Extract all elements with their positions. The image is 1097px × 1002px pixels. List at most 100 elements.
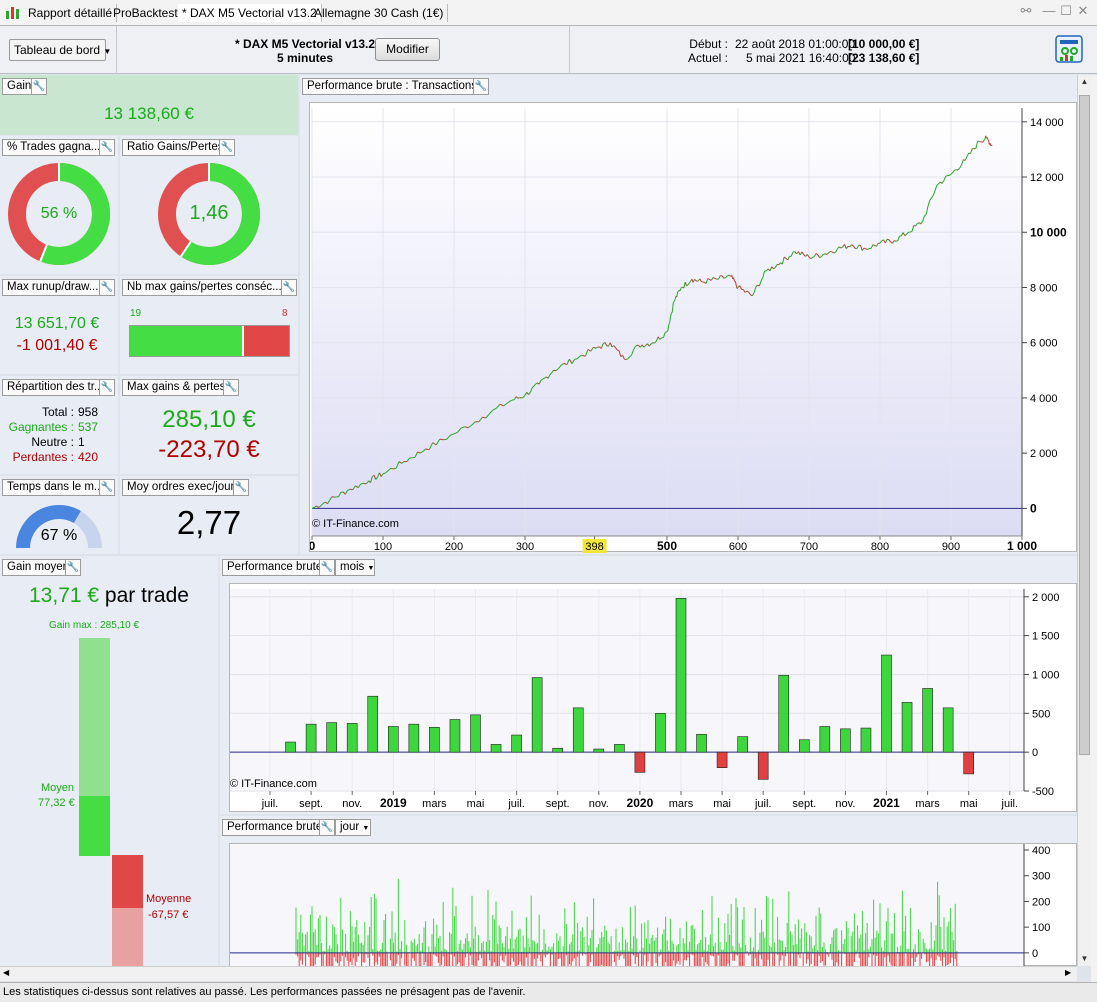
wrench-icon[interactable]: 🔧 [66, 559, 81, 576]
equity-segment [872, 244, 875, 246]
daily-bar-chart: 0 100 200 300 400 [230, 844, 1050, 1002]
winning-value: 537 [78, 420, 99, 434]
y-tick-label: 1 500 [1032, 631, 1060, 643]
minimize-icon[interactable]: — [1042, 4, 1056, 18]
max-drawdown-value: -1 001,40 € [16, 337, 98, 354]
x-tick-label: 300 [516, 541, 534, 553]
monthly-bar [305, 723, 317, 753]
consecutive-bar [129, 325, 290, 357]
avg-gain-title: Gain moyen [2, 559, 66, 576]
monthly-bar [819, 726, 831, 753]
tab-detailed-report[interactable]: Rapport détaillé [24, 4, 118, 22]
dashboard-dropdown[interactable]: Tableau de bord ▼ [9, 39, 111, 61]
scroll-right-icon[interactable]: ▶ [1065, 968, 1071, 977]
wrench-icon[interactable]: 🔧 [320, 559, 335, 576]
monthly-period-dropdown[interactable]: mois ▼ [335, 559, 375, 576]
x-tick-label: 100 [374, 541, 392, 553]
transactions-chart-panel: Performance brute : Transactions 🔧 0 100 2… [300, 75, 1077, 554]
neutral-label: Neutre : [31, 435, 74, 449]
current-date: 5 mai 2021 16:40:00 [746, 51, 856, 65]
scroll-up-icon[interactable]: ▲ [1078, 75, 1091, 89]
x-tick-label: 2019 [380, 796, 407, 810]
scroll-down-icon[interactable]: ▼ [1078, 952, 1091, 966]
y-tick-label: 500 [1032, 708, 1050, 720]
scroll-left-icon[interactable]: ◀ [3, 968, 9, 977]
y-tick-label: 10 000 [1030, 225, 1067, 239]
maximize-icon[interactable]: ☐ [1059, 4, 1073, 18]
monthly-bar [634, 751, 646, 773]
monthly-bar [942, 707, 954, 753]
wrench-icon[interactable]: 🔧 [224, 379, 239, 396]
horizontal-scrollbar[interactable]: ◀ ▶ [0, 966, 1077, 981]
wrench-icon[interactable]: 🔧 [100, 279, 115, 296]
time-in-market-title: Temps dans le m... [2, 479, 100, 496]
report-settings-icon[interactable] [1055, 34, 1085, 66]
monthly-bar [346, 723, 358, 753]
monthly-bar [922, 688, 933, 753]
consecutive-losses-bar [244, 326, 289, 356]
consecutive-losses: 8 [282, 308, 288, 319]
monthly-bar [963, 751, 975, 775]
time-in-market-value: 67 % [40, 527, 78, 544]
moyen-value: 77,32 € [38, 797, 75, 809]
y-tick-label: 12 000 [1030, 172, 1064, 184]
equity-segment [696, 280, 699, 282]
transactions-line-chart: 0 100 200 300 398 500 600 700 800 900 1 000 0 2 000 4… [309, 108, 1067, 553]
wrench-icon[interactable]: 🔧 [100, 139, 115, 156]
equity-segment [863, 247, 866, 250]
moyen-label: Moyen [41, 782, 75, 794]
tab-strategy[interactable]: * DAX M5 Vectorial v13.2 [178, 4, 322, 22]
monthly-bar [449, 719, 461, 753]
x-tick-label: juil. [1001, 798, 1019, 810]
wrench-icon[interactable]: 🔧 [100, 479, 115, 496]
win-trades-panel: % Trades gagna... 🔧 56 % [0, 136, 118, 274]
daily-chart[interactable]: 0 100 200 300 400 [229, 843, 1077, 1002]
monthly-bar [696, 733, 707, 753]
wrench-icon[interactable]: 🔧 [474, 78, 489, 95]
vertical-scrollbar[interactable]: ▲ ▼ [1077, 75, 1091, 966]
equity-segment [886, 238, 890, 241]
avg-gain-suffix: par trade [104, 584, 189, 607]
wrench-icon[interactable]: 🔧 [234, 479, 249, 496]
monthly-bar [367, 695, 379, 753]
wrench-icon[interactable]: 🔧 [100, 379, 115, 396]
wrench-icon[interactable]: 🔧 [282, 279, 297, 296]
report-header: Tableau de bord ▼ * DAX M5 Vectorial v13… [0, 26, 1097, 74]
transactions-chart[interactable]: 0 100 200 300 398 500 600 700 800 900 1 000 0 2 000 4… [309, 102, 1077, 553]
current-label: Actuel : [687, 51, 728, 65]
tab-bar: Rapport détaillé ProBacktest * DAX M5 Ve… [0, 0, 1097, 26]
monthly-chart[interactable]: -500 0 500 1 000 1 500 2 000 juil. sept. nov. 201… [229, 583, 1077, 812]
monthly-bar [901, 702, 913, 753]
daily-chart-panel: Performance brute 🔧 jour ▼ 0 100 200 300 400 [220, 816, 1077, 1002]
x-tick-label: nov. [835, 798, 855, 810]
equity-segment [895, 240, 898, 242]
wrench-icon[interactable]: 🔧 [320, 819, 335, 836]
consecutive-panel: Nb max gains/pertes conséc... 🔧 19 8 [120, 276, 298, 374]
close-icon[interactable]: ✕ [1076, 4, 1090, 18]
tab-instrument[interactable]: Allemagne 30 Cash (1€) [310, 4, 449, 22]
timeframe: 5 minutes [276, 51, 333, 65]
wrench-icon[interactable]: 🔧 [220, 139, 235, 156]
start-date: 22 août 2018 01:00:00 [735, 37, 856, 51]
tab-probacktest[interactable]: ProBacktest [109, 4, 183, 22]
equity-segment [695, 280, 698, 282]
monthly-chart-title: Performance brute [222, 559, 320, 576]
share-icon[interactable]: ⚯ [1016, 4, 1036, 18]
chevron-down-icon: ▼ [367, 565, 375, 572]
monthly-bar [326, 722, 337, 753]
monthly-bar [531, 677, 543, 753]
equity-segment [986, 137, 989, 140]
daily-period-dropdown[interactable]: jour ▼ [335, 819, 371, 836]
scroll-thumb[interactable] [1079, 95, 1090, 755]
y-tick-label: -500 [1032, 786, 1054, 798]
y-tick-label: 1 000 [1032, 669, 1060, 681]
modify-button[interactable]: Modifier [375, 38, 440, 61]
avg-gain-panel: Gain moyen 🔧 13,71 € par trade Gain max … [0, 556, 218, 966]
current-capital: [23 138,60 €] [848, 51, 920, 65]
gain-title: Gain [2, 78, 32, 95]
monthly-bar [470, 714, 481, 753]
x-tick-label: mars [915, 798, 940, 810]
monthly-bar [737, 736, 748, 753]
wrench-icon[interactable]: 🔧 [32, 78, 47, 95]
neutral-value: 1 [78, 435, 85, 449]
